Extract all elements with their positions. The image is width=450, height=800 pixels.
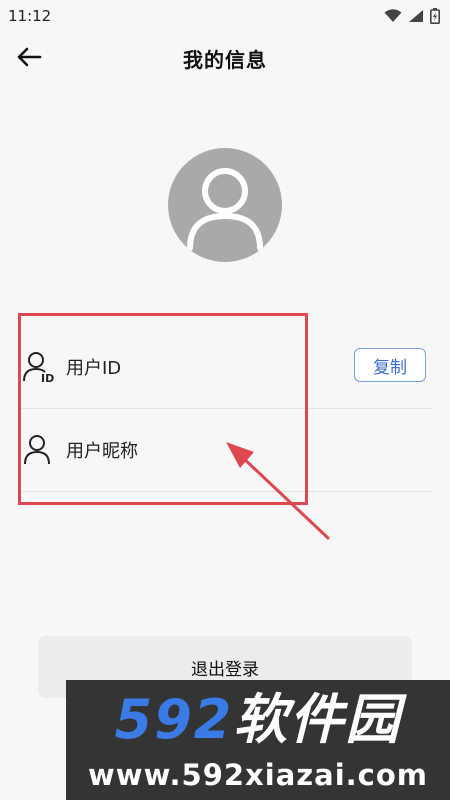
avatar[interactable] bbox=[168, 148, 282, 262]
copy-button[interactable]: 复制 bbox=[354, 348, 426, 382]
user-avatar-icon bbox=[187, 168, 263, 251]
status-icons bbox=[384, 8, 440, 24]
watermark-brand-text: 软件园 bbox=[233, 688, 402, 751]
svg-text:ID: ID bbox=[41, 372, 54, 384]
watermark-brand-number: 592 bbox=[114, 688, 234, 751]
page-title: 我的信息 bbox=[183, 48, 267, 72]
nickname-row[interactable]: 用户昵称 bbox=[20, 409, 432, 492]
user-icon bbox=[24, 435, 50, 465]
nickname-label: 用户昵称 bbox=[66, 441, 138, 462]
watermark: 592软件园 www.592xiazai.com bbox=[66, 680, 450, 800]
user-id-row: ID 用户ID 复制 bbox=[20, 326, 432, 409]
status-time: 11:12 bbox=[8, 7, 52, 25]
battery-icon bbox=[430, 8, 440, 24]
watermark-brand: 592软件园 bbox=[66, 688, 450, 752]
user-id-label: 用户ID bbox=[66, 358, 122, 379]
status-bar: 11:12 bbox=[0, 0, 450, 32]
user-id-icon: ID bbox=[23, 352, 54, 384]
watermark-url: www.592xiazai.com bbox=[87, 758, 429, 792]
wifi-icon bbox=[384, 9, 402, 22]
app-header: 我的信息 bbox=[0, 32, 450, 84]
signal-icon bbox=[409, 10, 423, 22]
info-list: ID 用户ID 复制 用户昵称 bbox=[20, 326, 432, 492]
